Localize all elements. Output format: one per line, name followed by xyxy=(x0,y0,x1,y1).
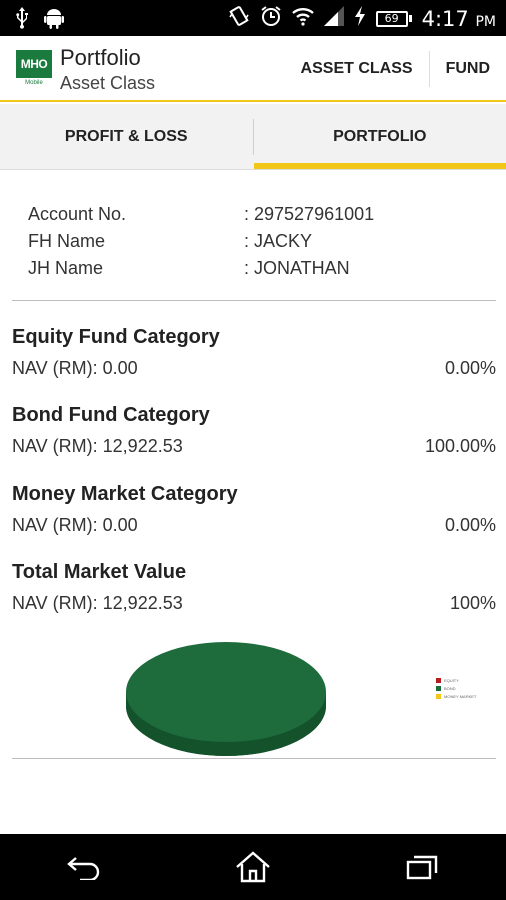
page-subtitle: Asset Class xyxy=(60,73,156,93)
category-percent: 0.00% xyxy=(444,358,496,378)
legend-label: BOND xyxy=(444,685,456,691)
category-percent: 100% xyxy=(449,593,496,613)
equity-fund-category: Equity Fund Category NAV (RM): 0.00 0.00… xyxy=(12,322,496,384)
bond-fund-category: Bond Fund Category NAV (RM): 12,922.53 1… xyxy=(12,400,496,462)
category-title: Total Market Value xyxy=(12,561,187,583)
legend-swatch xyxy=(436,685,441,691)
category-nav: NAV (RM): 0.00 xyxy=(12,515,138,535)
chart-legend: EQUITY BOND MONEY MARKET xyxy=(436,676,476,700)
category-nav: NAV (RM): 12,922.53 xyxy=(12,593,183,613)
fund-button[interactable]: FUND xyxy=(430,51,506,87)
android-icon xyxy=(44,7,64,34)
tab-profit-loss[interactable]: PROFIT & LOSS xyxy=(0,104,253,169)
pie-slice-bond xyxy=(126,642,326,742)
clock-time: 4:17 xyxy=(421,6,469,31)
clock: 4:17 PM xyxy=(422,7,496,31)
jh-name-value: : JONATHAN xyxy=(244,258,350,278)
jh-name-row: JH Name : JONATHAN xyxy=(28,255,488,282)
total-market-value: Total Market Value NAV (RM): 12,922.53 1… xyxy=(12,557,496,619)
legend-item-bond: BOND xyxy=(436,684,476,692)
vibrate-icon xyxy=(228,5,250,32)
status-bar: 69 4:17 PM xyxy=(0,0,506,36)
legend-swatch xyxy=(436,677,441,683)
legend-label: EQUITY xyxy=(444,677,459,683)
jh-name-label: JH Name xyxy=(28,258,104,278)
usb-icon xyxy=(14,7,30,34)
tab-portfolio[interactable]: PORTFOLIO xyxy=(253,104,506,169)
logo-subtext: Mobile xyxy=(25,80,43,86)
legend-item-equity: EQUITY xyxy=(436,676,476,684)
category-nav: NAV (RM): 0.00 xyxy=(12,358,138,378)
navigation-bar xyxy=(0,834,506,900)
portfolio-pie-chart xyxy=(120,636,332,760)
clock-ampm: PM xyxy=(475,13,496,30)
battery-level: 69 xyxy=(375,10,408,27)
fh-name-label: FH Name xyxy=(28,231,106,251)
money-market-category: Money Market Category NAV (RM): 0.00 0.0… xyxy=(12,479,496,541)
category-title: Money Market Category xyxy=(12,483,238,505)
account-number-label: Account No. xyxy=(28,204,127,224)
charging-icon xyxy=(354,6,366,31)
app-bar: MHO Mobile Portfolio Asset Class ASSET C… xyxy=(0,36,506,102)
recent-apps-icon[interactable] xyxy=(392,842,452,892)
asset-class-button[interactable]: ASSET CLASS xyxy=(285,51,429,87)
tab-bar: PROFIT & LOSS PORTFOLIO xyxy=(0,104,506,170)
page-title: Portfolio xyxy=(60,45,141,70)
legend-label: MONEY MARKET xyxy=(444,693,477,699)
fh-name-value: : JACKY xyxy=(244,231,313,251)
category-title: Bond Fund Category xyxy=(12,404,210,426)
account-number-value: : 297527961001 xyxy=(244,204,375,224)
fh-name-row: FH Name : JACKY xyxy=(28,228,488,255)
category-title: Equity Fund Category xyxy=(12,326,220,348)
signal-icon xyxy=(323,6,344,31)
back-icon[interactable] xyxy=(54,842,114,892)
wifi-icon xyxy=(291,6,314,31)
app-logo[interactable]: MHO Mobile xyxy=(16,50,52,88)
alarm-icon xyxy=(260,5,282,32)
battery-icon: 69 xyxy=(375,10,412,27)
legend-item-money-market: MONEY MARKET xyxy=(436,692,476,700)
category-percent: 0.00% xyxy=(444,515,496,535)
category-percent: 100.00% xyxy=(424,436,496,456)
home-icon[interactable] xyxy=(223,842,283,892)
divider xyxy=(12,300,496,301)
logo-mark: MHO xyxy=(16,50,52,78)
account-info: Account No. : 297527961001 FH Name : JAC… xyxy=(28,201,488,282)
legend-swatch xyxy=(436,693,441,699)
divider xyxy=(12,758,496,759)
account-number-row: Account No. : 297527961001 xyxy=(28,201,488,228)
category-nav: NAV (RM): 12,922.53 xyxy=(12,436,183,456)
